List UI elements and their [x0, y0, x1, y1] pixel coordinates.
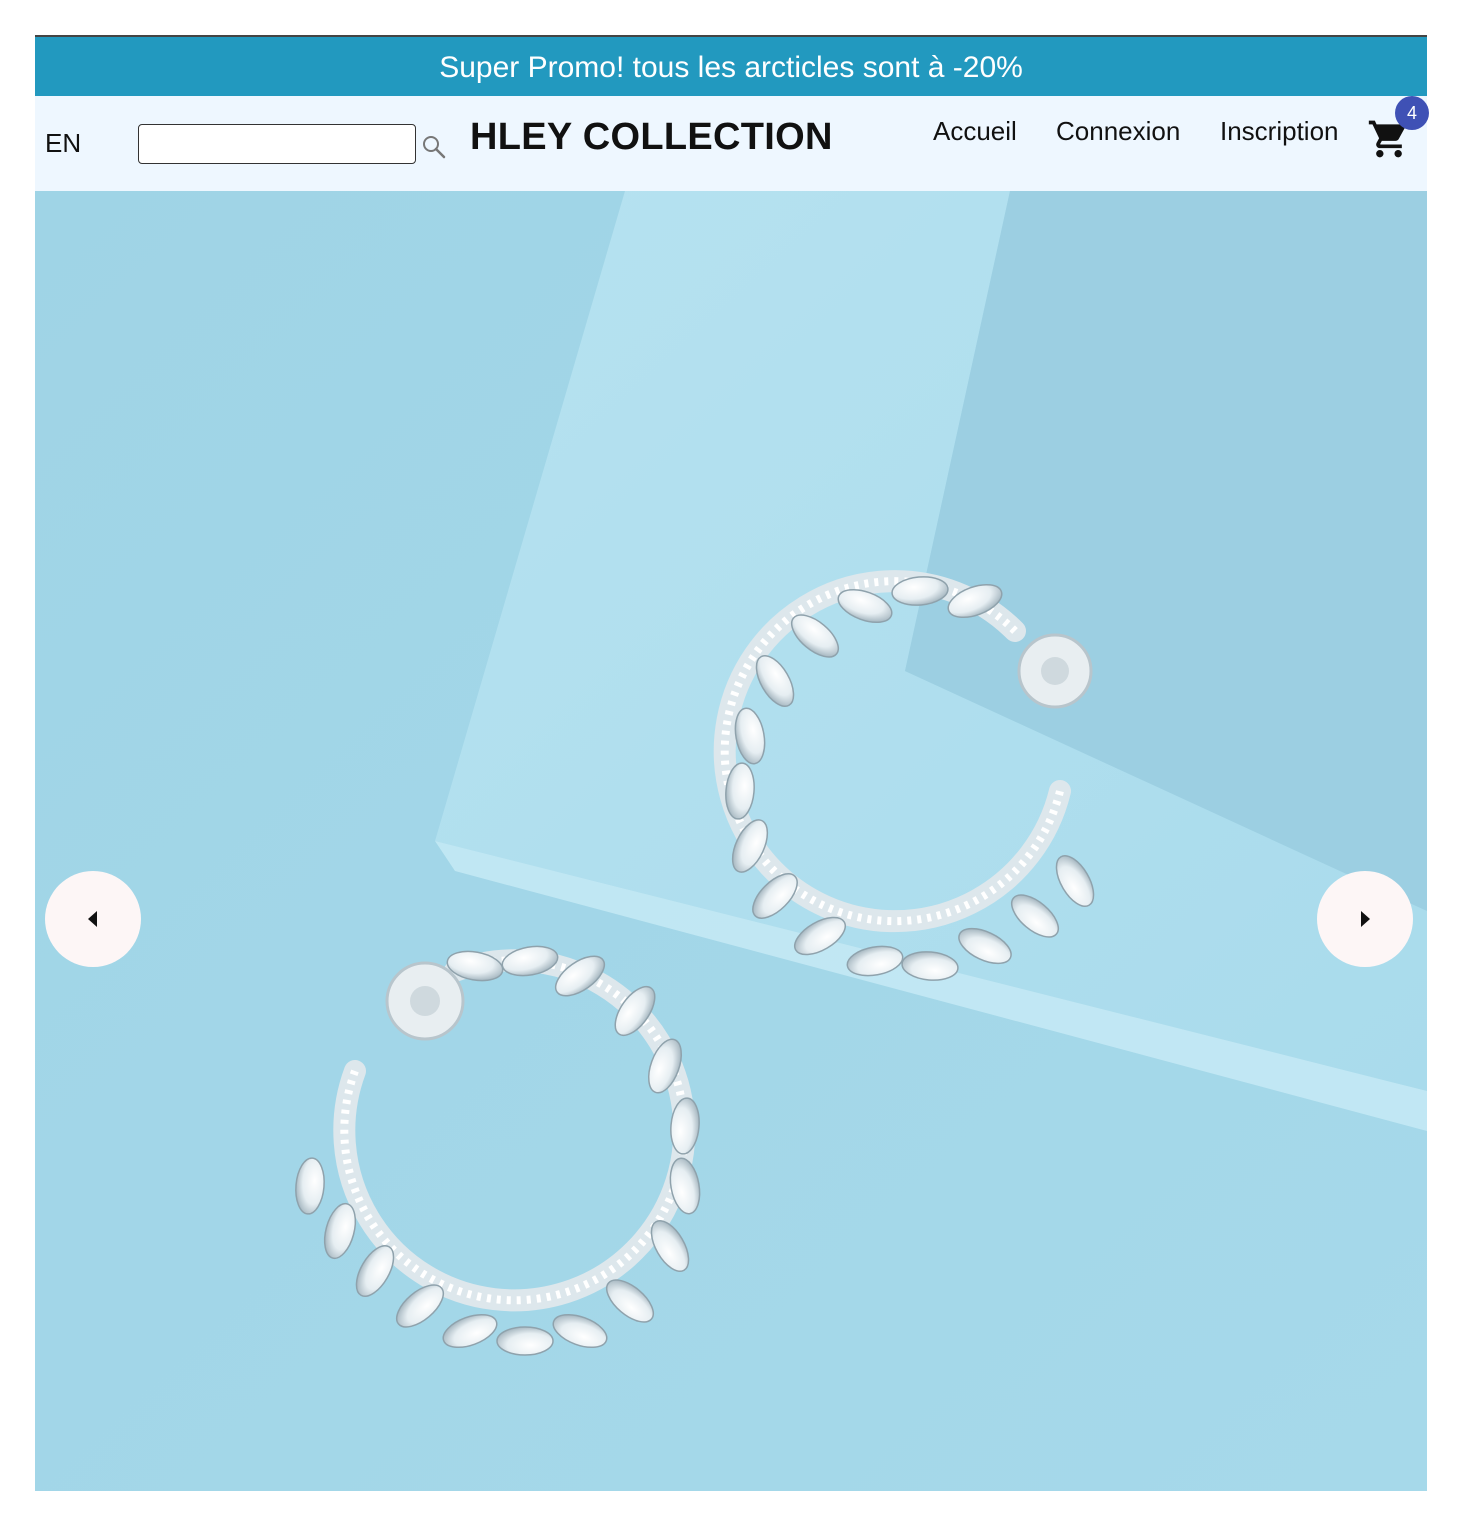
search-input[interactable] [138, 124, 416, 164]
nav-link-inscription[interactable]: Inscription [1220, 116, 1339, 147]
navbar: EN HLEY COLLECTION Accueil Connexion Ins… [35, 96, 1429, 191]
arrow-left-icon [88, 911, 97, 927]
language-switcher[interactable]: EN [45, 128, 81, 159]
carousel-prev-button[interactable] [45, 871, 141, 967]
nav-link-accueil[interactable]: Accueil [933, 116, 1017, 147]
carousel-next-button[interactable] [1317, 871, 1413, 967]
hero-image [35, 191, 1427, 1491]
brand-logo[interactable]: HLEY COLLECTION [470, 116, 833, 159]
cart-count-badge: 4 [1395, 96, 1429, 130]
hero-carousel [35, 191, 1427, 1491]
search-icon[interactable] [421, 134, 447, 160]
nav-link-connexion[interactable]: Connexion [1056, 116, 1180, 147]
promo-banner: Super Promo! tous les arcticles sont à -… [35, 35, 1427, 96]
page-frame: Super Promo! tous les arcticles sont à -… [35, 35, 1429, 1491]
arrow-right-icon [1361, 911, 1370, 927]
